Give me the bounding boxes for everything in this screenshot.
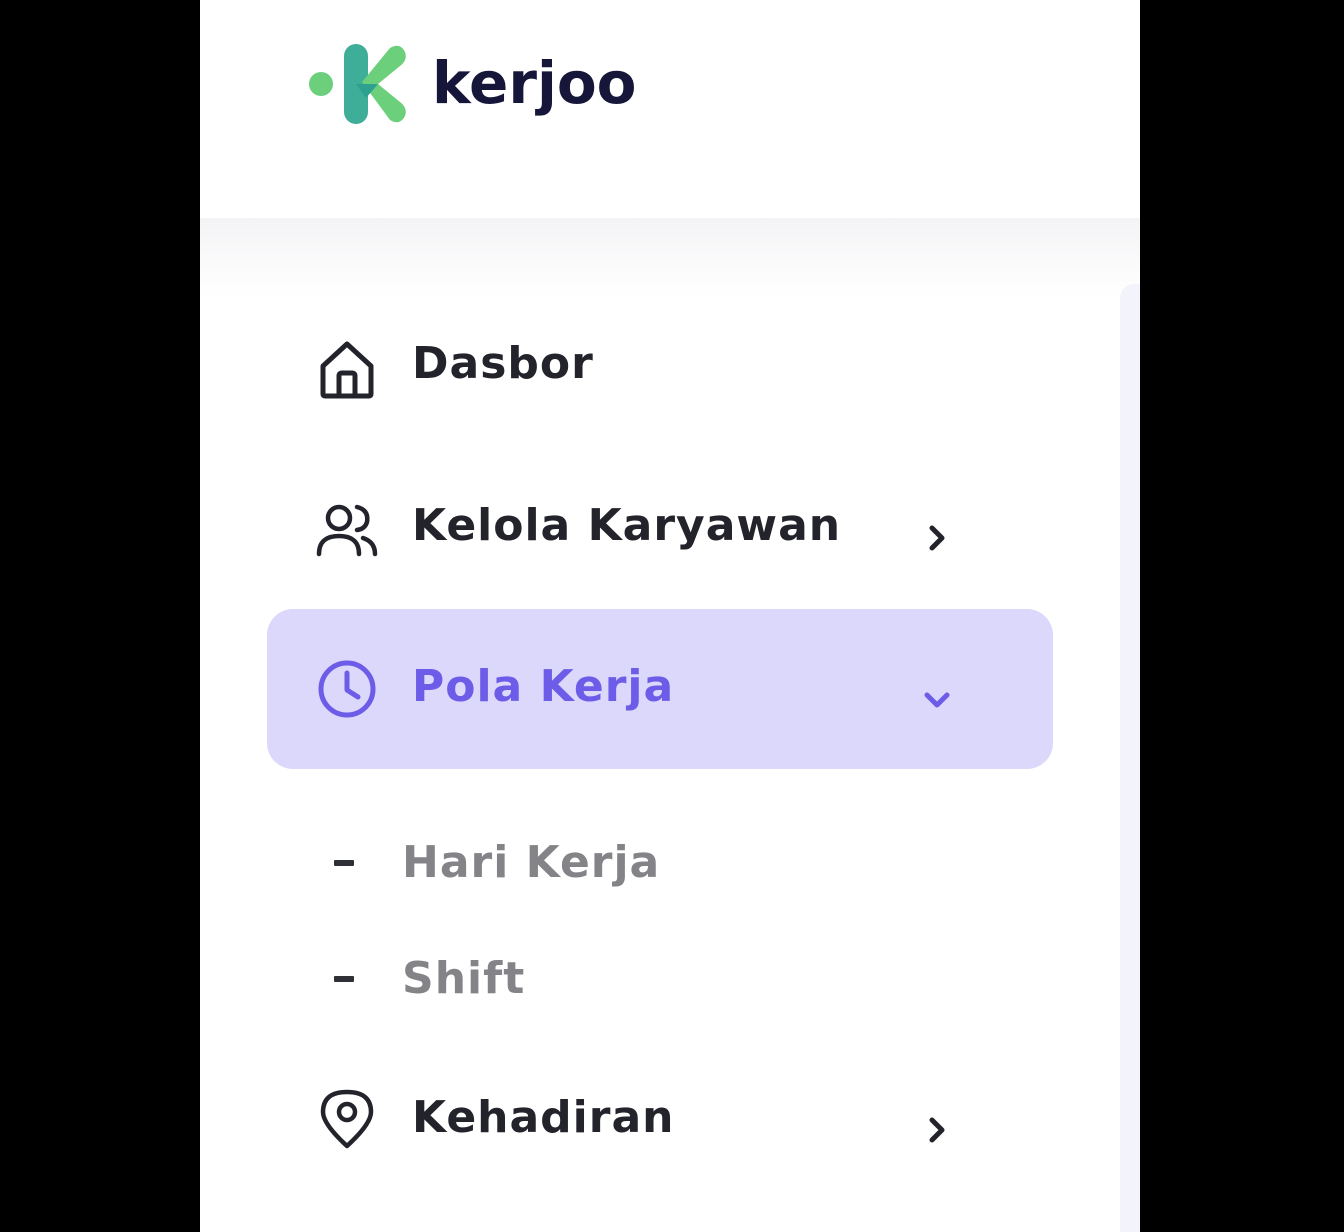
sidebar-item-kehadiran[interactable]: Kehadiran <box>267 1040 1053 1200</box>
sidebar-item-label: Kelola Karyawan <box>412 500 842 551</box>
submenu-item-label: Shift <box>402 953 526 1004</box>
dash-icon <box>334 976 354 982</box>
kerjoo-logo-mark[interactable] <box>304 42 410 126</box>
brand-name[interactable]: kerjoo <box>432 48 637 118</box>
sidebar-item-label: Kehadiran <box>412 1092 675 1143</box>
sidebar-item-dasbor[interactable]: Dasbor <box>267 288 1053 448</box>
submenu-item-hari-kerja[interactable]: Hari Kerja <box>330 828 830 898</box>
map-pin-icon <box>320 1089 374 1149</box>
sidebar-item-kelola-karyawan[interactable]: Kelola Karyawan <box>267 448 1053 608</box>
users-icon <box>316 504 378 557</box>
content-edge <box>1120 284 1140 1232</box>
header-shadow <box>200 218 1140 298</box>
sidebar-item-label: Pola Kerja <box>412 661 675 712</box>
home-icon <box>320 341 374 399</box>
sidebar-item-label: Dasbor <box>412 338 594 389</box>
chevron-right-icon <box>929 1117 945 1143</box>
sidebar-header: kerjoo <box>200 0 1140 218</box>
sidebar-item-pola-kerja[interactable]: Pola Kerja <box>267 609 1053 769</box>
sidebar: kerjoo Dasbor Kelola Karyawan Pola Kerja <box>200 0 1140 1232</box>
chevron-right-icon <box>929 525 945 551</box>
chevron-down-icon <box>924 692 950 708</box>
clock-icon <box>318 660 376 718</box>
submenu-item-label: Hari Kerja <box>402 837 661 888</box>
dash-icon <box>334 860 354 866</box>
submenu-item-shift[interactable]: Shift <box>330 944 830 1014</box>
